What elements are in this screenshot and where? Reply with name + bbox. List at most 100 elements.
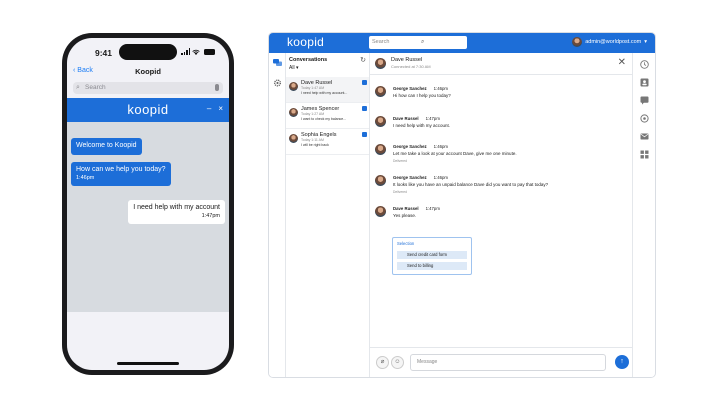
conversation-time: Today 1:47 AM — [301, 86, 325, 90]
message-text: Yes please. — [393, 213, 417, 218]
message-time: 1:47pm — [425, 206, 440, 211]
status-time: 9:41 — [95, 48, 113, 58]
message-author: George Sanchez — [393, 175, 427, 180]
mail-icon[interactable] — [640, 132, 649, 141]
avatar — [572, 37, 583, 47]
app-logo: koopid — [287, 35, 325, 49]
avatar — [375, 144, 386, 155]
contact-status: Connected at 7:30 AM — [391, 64, 431, 69]
chat-widget-header: koopid – × — [67, 98, 229, 122]
message-status: Delivered — [393, 159, 407, 163]
send-credit-card-form-button[interactable]: Send credit card form — [397, 251, 467, 259]
battery-icon — [204, 48, 215, 55]
chat-bubble-time: 1:47pm — [201, 212, 220, 219]
conversation-filter[interactable]: All ▾ — [289, 65, 298, 71]
conversation-view: Dave Russel Connected at 7:30 AM ✕ Georg… — [370, 53, 632, 377]
conversation-preview: I will be right back — [301, 143, 329, 147]
avatar — [375, 58, 386, 69]
close-button[interactable]: × — [218, 104, 223, 113]
message-time: 1:46pm — [433, 86, 449, 91]
unread-badge — [362, 132, 367, 137]
avatar — [289, 82, 298, 91]
message-author: Dave Russel — [393, 116, 419, 121]
chat-icon[interactable] — [273, 59, 282, 67]
unread-badge — [362, 106, 367, 111]
gear-icon[interactable] — [273, 79, 282, 87]
chat-bubble-time: 1:46pm — [76, 174, 95, 181]
message-text: I need help with my account. — [393, 123, 451, 128]
selection-card: Selection Send credit card form Send to … — [392, 237, 472, 275]
phone-screen: 9:41 ‹ Back Koopid ⌕ Search koopid – × W… — [67, 38, 229, 370]
clock-icon[interactable] — [640, 60, 649, 69]
unread-badge — [362, 80, 367, 85]
conversation-header: Dave Russel Connected at 7:30 AM ✕ — [370, 53, 632, 75]
dynamic-island — [119, 44, 177, 60]
user-email: admin@worldpost.com — [585, 39, 642, 45]
send-button[interactable]: ↑ — [615, 355, 629, 369]
selection-card-title: Selection — [397, 241, 415, 246]
apps-grid-icon[interactable] — [640, 150, 649, 159]
status-bar: 9:41 — [67, 38, 229, 64]
user-menu[interactable]: admin@worldpost.com ▾ — [572, 37, 647, 47]
close-icon[interactable]: ✕ — [618, 57, 626, 68]
stage: 9:41 ‹ Back Koopid ⌕ Search koopid – × W… — [0, 0, 720, 407]
message-icon[interactable] — [640, 96, 649, 105]
attach-icon[interactable]: ⌀ — [376, 356, 389, 369]
chat-logo: koopid — [127, 102, 169, 117]
message-author: George Sanchez — [393, 86, 427, 91]
chat-bubble-text: I need help with my account — [133, 204, 220, 211]
message-composer: ⌀ ☺ Message ↑ — [370, 347, 632, 377]
send-to-billing-button[interactable]: Send to billing — [397, 262, 467, 270]
chat-widget: koopid – × Welcome to Koopid How can we … — [67, 98, 229, 312]
avatar — [375, 116, 386, 127]
contact-card-icon[interactable] — [640, 78, 649, 87]
mic-icon[interactable] — [215, 84, 219, 91]
conversation-item[interactable]: Sophia Engels Today 1:11 AM I will be ri… — [286, 129, 369, 155]
message-time: 1:46pm — [433, 175, 449, 180]
nav-bar: ‹ Back Koopid — [67, 64, 229, 80]
message-author: George Sanchez — [393, 144, 427, 149]
nav-title: Koopid — [135, 67, 161, 76]
phone-search-input[interactable]: ⌕ Search — [73, 82, 223, 94]
avatar — [289, 134, 298, 143]
message-text: Let me take a look at your account Dave,… — [393, 151, 517, 156]
avatar — [375, 175, 386, 186]
agent-console: koopid Search ⌕ admin@worldpost.com ▾ Co… — [268, 32, 656, 378]
message-text: It looks like you have an unpaid balance… — [393, 182, 549, 187]
conversation-item[interactable]: James Spencer Today 1:27 AM I want to ch… — [286, 103, 369, 129]
contact-name: Dave Russel — [391, 57, 423, 63]
avatar — [375, 206, 386, 217]
conversation-time: Today 1:11 AM — [301, 138, 324, 142]
message-author: Dave Russel — [393, 206, 419, 211]
message-status: Delivered — [393, 190, 407, 194]
phone-frame: 9:41 ‹ Back Koopid ⌕ Search koopid – × W… — [62, 33, 234, 375]
message-time: 1:46pm — [433, 144, 449, 149]
emoji-icon[interactable]: ☺ — [391, 356, 404, 369]
avatar — [375, 86, 386, 97]
message-time: 1:47pm — [425, 116, 440, 121]
left-rail — [269, 53, 286, 377]
history-icon[interactable] — [640, 114, 649, 123]
home-indicator — [117, 362, 179, 365]
conversation-preview: I need help with my account... — [301, 91, 348, 95]
chat-bubble-outgoing: I need help with my account 1:47pm — [128, 200, 225, 224]
phone-search-placeholder: Search — [85, 84, 106, 91]
minimize-button[interactable]: – — [207, 104, 211, 113]
top-search-placeholder: Search — [372, 39, 390, 45]
chevron-down-icon: ▾ — [644, 39, 647, 45]
message-input[interactable]: Message — [410, 354, 606, 371]
message-text: Hi how can I help you today? — [393, 93, 451, 98]
chat-bubble-incoming: How can we help you today? 1:46pm — [71, 162, 171, 186]
search-icon: ⌕ — [421, 39, 425, 45]
search-icon: ⌕ — [76, 84, 80, 91]
refresh-icon[interactable]: ↻ — [360, 56, 366, 64]
chat-bubble-incoming: Welcome to Koopid — [71, 138, 142, 155]
right-rail — [632, 53, 655, 377]
avatar — [289, 108, 298, 117]
conversation-list-title: Conversations — [289, 57, 328, 63]
status-icons — [181, 48, 215, 55]
top-search-input[interactable]: Search ⌕ — [369, 36, 467, 49]
conversation-time: Today 1:27 AM — [301, 112, 325, 116]
signal-icon — [181, 48, 190, 55]
conversation-item[interactable]: Dave Russel Today 1:47 AM I need help wi… — [286, 77, 369, 103]
